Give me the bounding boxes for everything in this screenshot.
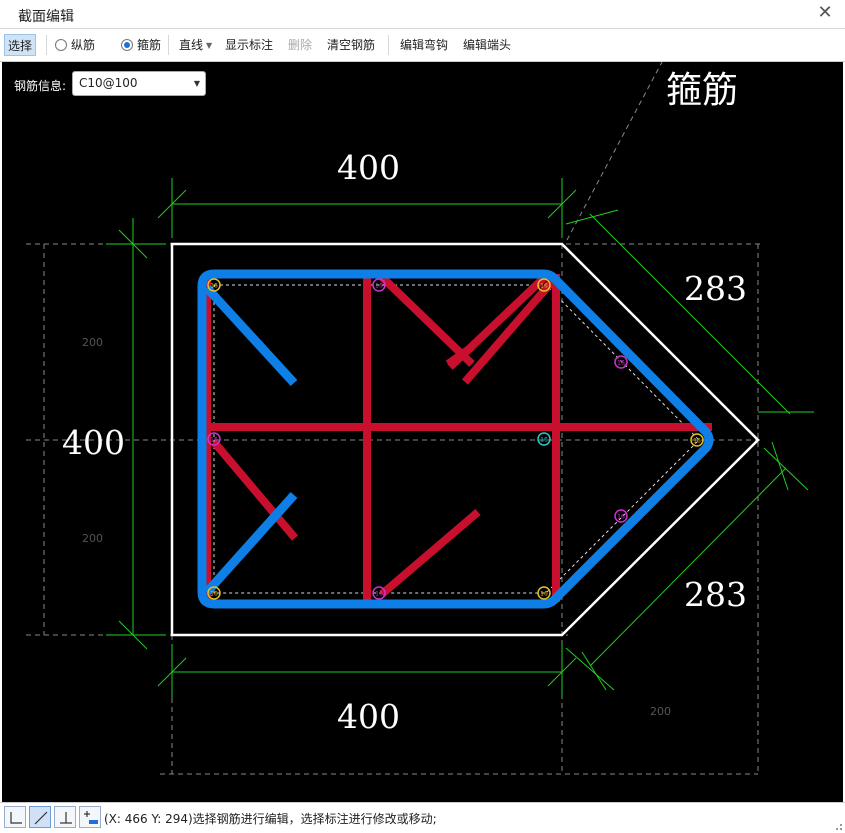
toolbar: 选择 纵筋 箍筋 直线 ▼ 显示标注 删除 清空钢筋 编辑弯钩 编辑端头	[0, 29, 845, 62]
svg-text:16: 16	[540, 591, 548, 598]
status-bar: (X: 466 Y: 294)选择钢筋进行编辑，选择标注进行修改或移动;	[0, 802, 845, 833]
svg-text:16: 16	[210, 283, 218, 290]
delete-button[interactable]: 删除	[285, 34, 315, 56]
stirrup-radio[interactable]: 箍筋	[118, 34, 164, 56]
toolbar-separator	[46, 35, 47, 55]
orthogonal-mode-button[interactable]	[4, 806, 26, 828]
svg-text:16: 16	[375, 591, 383, 598]
dim-left-label: 400	[62, 423, 125, 462]
dim-lower-right-label: 283	[684, 575, 747, 614]
bar-marker[interactable]: 16	[537, 586, 551, 600]
orthogonal-icon	[10, 812, 22, 824]
clear-rebar-button[interactable]: 清空钢筋	[324, 34, 378, 56]
rebar-info-label: 钢筋信息:	[14, 79, 67, 93]
perpendicular-icon	[60, 812, 72, 824]
resize-grip-icon[interactable]	[833, 821, 843, 831]
outer-stirrup[interactable]	[197, 269, 714, 609]
dim-bottom-label: 400	[337, 697, 400, 736]
svg-text:16: 16	[617, 360, 625, 367]
svg-text:16: 16	[210, 591, 218, 598]
title-bar: 截面编辑 ✕	[0, 0, 845, 29]
svg-text:16: 16	[617, 514, 625, 521]
chevron-down-icon: ▼	[193, 79, 200, 88]
select-button[interactable]: 选择	[4, 34, 37, 56]
status-text: (X: 466 Y: 294)选择钢筋进行编辑，选择标注进行修改或移动;	[104, 812, 437, 826]
edit-hook-button[interactable]: 编辑弯钩	[397, 34, 451, 56]
show-dims-button[interactable]: 显示标注	[222, 34, 276, 56]
bar-marker[interactable]: 16	[207, 278, 221, 292]
dim-small-bottom-right: 200	[650, 705, 671, 718]
window-title: 截面编辑	[18, 9, 74, 25]
drawing-type-label: 箍筋	[666, 70, 738, 111]
svg-text:16: 16	[375, 283, 383, 290]
rebar-info-select[interactable]: C10@100 ▼	[72, 71, 206, 96]
cover-outline	[213, 284, 700, 594]
section-outline[interactable]	[170, 242, 760, 637]
add-point-icon	[84, 811, 98, 824]
drawing-canvas[interactable]: 16 16 16 16 16 16 16 16 16 16 16 箍筋 400 …	[2, 62, 843, 802]
perpendicular-mode-button[interactable]	[54, 806, 76, 828]
dim-small-left-bottom: 200	[82, 532, 103, 545]
svg-text:16: 16	[540, 437, 548, 444]
dim-upper-right-label: 283	[684, 269, 747, 308]
toolbar-separator	[168, 35, 169, 55]
radio-selected-icon	[121, 39, 133, 51]
close-icon[interactable]: ✕	[815, 3, 835, 23]
dim-small-left-top: 200	[82, 336, 103, 349]
section-drawing[interactable]: 16 16 16 16 16 16 16 16 16 16 16 箍筋 400 …	[2, 62, 843, 802]
line-type-label: 直线	[179, 38, 204, 52]
rebar-bars[interactable]: 16 16 16 16 16 16 16 16 16 16 16	[207, 278, 704, 600]
tie-rebars[interactable]	[203, 271, 712, 602]
small-dimension-labels: 200 200 200	[82, 336, 671, 718]
toolbar-separator	[388, 35, 389, 55]
diagonal-line-icon	[34, 811, 48, 825]
dim-top-label: 400	[337, 148, 400, 187]
line-mode-button[interactable]	[29, 806, 51, 828]
rebar-info-value: C10@100	[79, 76, 138, 90]
svg-text:16: 16	[693, 438, 701, 445]
radio-icon	[55, 39, 67, 51]
line-type-dropdown[interactable]: 直线 ▼	[176, 34, 215, 56]
add-point-button[interactable]	[79, 806, 101, 828]
bar-marker[interactable]: 16	[537, 432, 551, 446]
bar-marker[interactable]: 16	[614, 509, 628, 523]
chevron-down-icon: ▼	[206, 41, 213, 50]
stirrup-label: 箍筋	[137, 38, 162, 52]
longitudinal-radio[interactable]: 纵筋	[52, 34, 98, 56]
edit-end-button[interactable]: 编辑端头	[460, 34, 514, 56]
longitudinal-label: 纵筋	[71, 38, 96, 52]
svg-text:16: 16	[540, 283, 548, 290]
bar-marker[interactable]: 16	[614, 355, 628, 369]
svg-text:16: 16	[210, 437, 218, 444]
